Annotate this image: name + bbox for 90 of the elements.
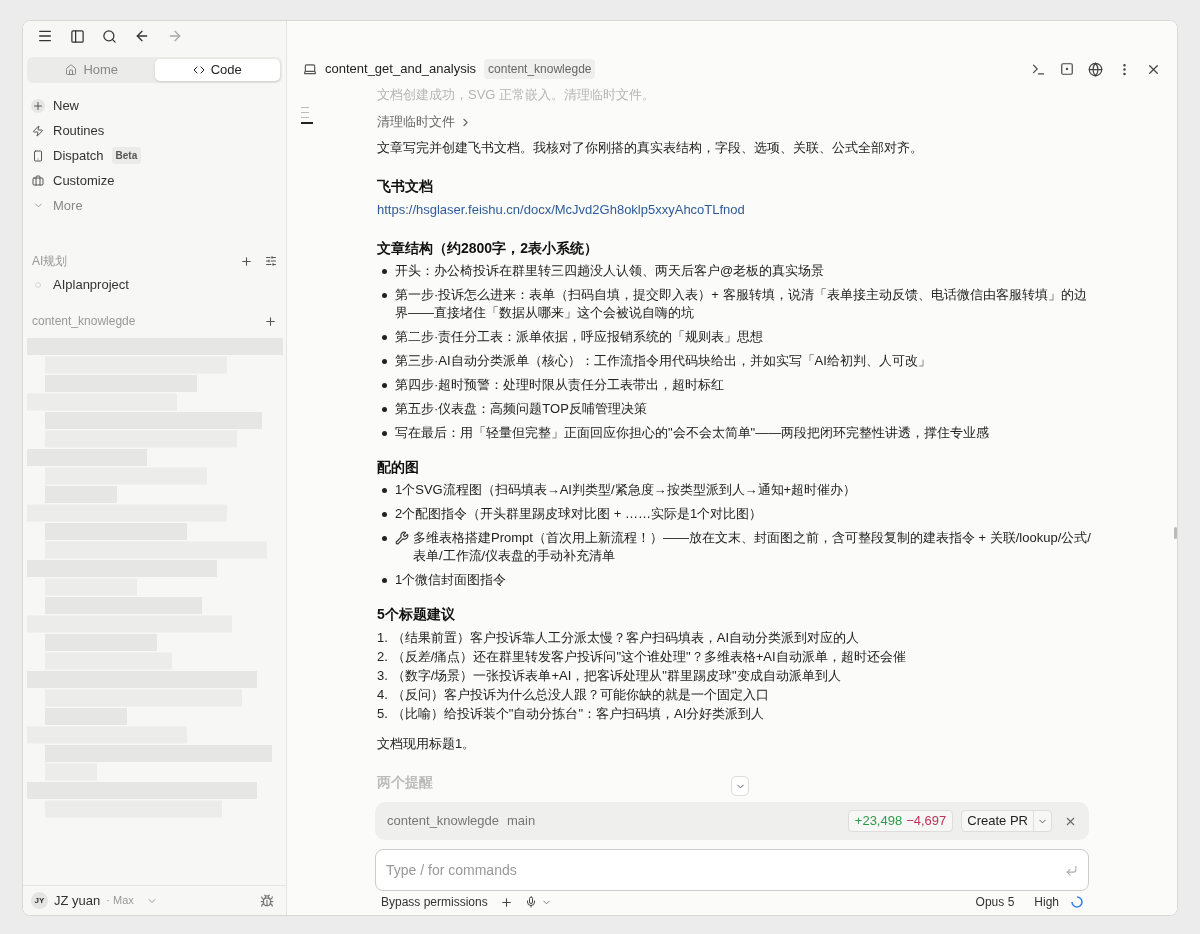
add-icon[interactable] [240, 254, 253, 268]
laptop-icon [303, 62, 317, 76]
sidebar-toggle-icon[interactable] [70, 28, 85, 44]
briefcase-icon [31, 173, 45, 188]
message-text: 文档创建成功，SVG 正常嵌入。清理临时文件。 [377, 87, 657, 103]
add-icon[interactable] [264, 314, 277, 328]
section-heading: 飞书文档 [377, 177, 433, 195]
scroll-outline-icon[interactable] [301, 107, 313, 124]
message-input[interactable]: Type / for commands [386, 859, 1065, 881]
home-icon [65, 64, 78, 76]
code-icon [192, 64, 205, 76]
collapsed-step[interactable]: 清理临时文件 [377, 113, 455, 131]
bullet-icon [381, 431, 387, 436]
filter-icon[interactable] [265, 255, 277, 267]
back-icon[interactable] [134, 28, 150, 44]
document-link[interactable]: https://hsglaser.feishu.cn/docx/McJvd2Gh8oklp5xxyAhcoTLfnod [377, 202, 745, 217]
list-number: 2. [377, 648, 388, 666]
section-title: content_knowlegde [32, 313, 136, 330]
list-item-text: 2个配图指令（开头群里踢皮球对比图 + ……实际是1个对比图） [395, 505, 763, 523]
wrench-icon [395, 531, 409, 545]
repo-name: content_knowlegde [387, 812, 500, 831]
nav-item[interactable]: Customize [53, 170, 115, 191]
project-item[interactable]: AIplanproject [53, 275, 129, 295]
bullet-icon [381, 359, 387, 364]
message-text: 文档现用标题1。 [377, 735, 476, 753]
search-icon[interactable] [102, 28, 117, 44]
list-item-text: 第五步·仪表盘：高频问题TOP反哺管理决策 [395, 400, 647, 418]
bullet-icon [381, 488, 387, 493]
nav-item[interactable]: Dispatch [53, 145, 104, 166]
plus-icon [31, 98, 45, 113]
section-heading: 5个标题建议 [377, 605, 455, 623]
status-dot-icon [35, 282, 41, 288]
globe-icon[interactable] [1088, 61, 1103, 77]
list-item-text: 1个SVG流程图（扫码填表→AI判类型/紧急度→按类型派到人→通知+超时催办） [395, 481, 857, 499]
list-item-text: 第四步·超时预警：处理时限从责任分工表带出，超时标红 [395, 376, 725, 394]
section-heading: 配的图 [377, 458, 419, 476]
model-selector[interactable]: Opus 5 [975, 893, 1015, 911]
list-item-text: 第二步·责任分工表：派单依据，呼应报销系统的「规则表」思想 [395, 328, 764, 346]
list-item-text: （反差/痛点）还在群里转发客户投诉问"这个谁处理"？多维表格+AI自动派单，超时还会催 [391, 648, 906, 666]
list-item-text: 多维表格搭建Prompt（首次用上新流程！）——放在文末、封面图之前，含可整段复制的建表指令 + 关联/lookup/公式/表单/工作流/仪表盘的手动补充清单 [413, 529, 1091, 565]
scrollbar-thumb[interactable] [1174, 527, 1177, 539]
bullet-icon [381, 407, 387, 412]
list-item-text: 开头：办公椅投诉在群里转三四趟没人认领、两天后客户@老板的真实场景 [395, 262, 825, 280]
bullet-icon [381, 512, 387, 517]
add-icon[interactable] [499, 895, 513, 909]
list-number: 1. [377, 629, 388, 647]
menu-icon[interactable] [37, 28, 53, 44]
bullet-icon [381, 293, 387, 298]
list-item-text: （比喻）给投诉装个"自动分拣台"：客户扫码填，AI分好类派到人 [391, 705, 765, 723]
list-number: 4. [377, 686, 388, 704]
list-number: 3. [377, 667, 388, 685]
session-title: content_get_and_analysis [325, 60, 477, 79]
message-field[interactable]: Type / for commands [375, 849, 1089, 891]
section-heading: 文章结构（约2800字，2表小系统） [377, 239, 598, 257]
lines-removed: −4,697 [906, 812, 947, 831]
branch-name: main [507, 812, 536, 831]
lightning-icon [31, 123, 45, 138]
bullet-icon [381, 383, 387, 388]
message-text: 文章写完并创建飞书文档。我核对了你刚搭的真实表结构，字段、选项、关联、公式全部对齐。 [377, 139, 923, 157]
bug-icon[interactable] [260, 893, 274, 908]
user-avatar[interactable]: JY [31, 892, 48, 909]
section-title: AI规划 [32, 253, 68, 270]
nav-item[interactable]: New [53, 95, 79, 116]
terminal-icon[interactable] [1031, 61, 1046, 77]
list-item-text: 第三步·AI自动分类派单（核心）：工作流指令用代码块给出，并如实写「AI给初判、人可改」 [395, 352, 931, 370]
loading-spinner-icon [1071, 896, 1083, 908]
microphone-icon[interactable] [524, 896, 537, 908]
list-item-text: 1个微信封面图指令 [395, 571, 507, 589]
mode-tab[interactable]: Code [154, 59, 280, 81]
bullet-icon [381, 536, 387, 541]
lines-added: +23,498 [854, 812, 903, 831]
plan-label: · Max [106, 893, 134, 909]
beta-badge: Beta [111, 147, 142, 164]
effort-selector[interactable]: High [1034, 893, 1059, 911]
phone-icon [31, 148, 45, 163]
list-number: 5. [377, 705, 388, 723]
permissions-selector[interactable]: Bypass permissions [381, 893, 488, 911]
list-item-text: 写在最后：用「轻量但完整」正面回应你担心的"会不会太简单"——两段把闭环完整性讲透，撑住专业感 [395, 424, 990, 442]
branch-tag: content_knowlegde [484, 59, 596, 79]
user-name[interactable]: JZ yuan [54, 890, 101, 911]
list-item-text: （数字/场景）一张投诉表单+AI，把客诉处理从"群里踢皮球"变成自动派单到人 [391, 667, 841, 685]
section-heading: 两个提醒 [377, 773, 433, 791]
list-item-text: （结果前置）客户投诉靠人工分派太慢？客户扫码填表，AI自动分类派到对应的人 [391, 629, 860, 647]
nav-item[interactable]: Routines [53, 120, 105, 141]
bullet-icon [381, 335, 387, 340]
bullet-icon [381, 269, 387, 274]
list-item-text: 第一步·投诉怎么进来：表单（扫码自填，提交即入表）+ 客服转填，说清「表单接主动反馈、电话微信由客服转填」的边界——直接堵住「数据从哪来」这个会被说自嗨的坑 [395, 286, 1088, 322]
bullet-icon [381, 578, 387, 583]
panel-icon[interactable] [1060, 62, 1074, 76]
list-item-text: （反问）客户投诉为什么总没人跟？可能你缺的就是一个固定入口 [391, 686, 769, 704]
